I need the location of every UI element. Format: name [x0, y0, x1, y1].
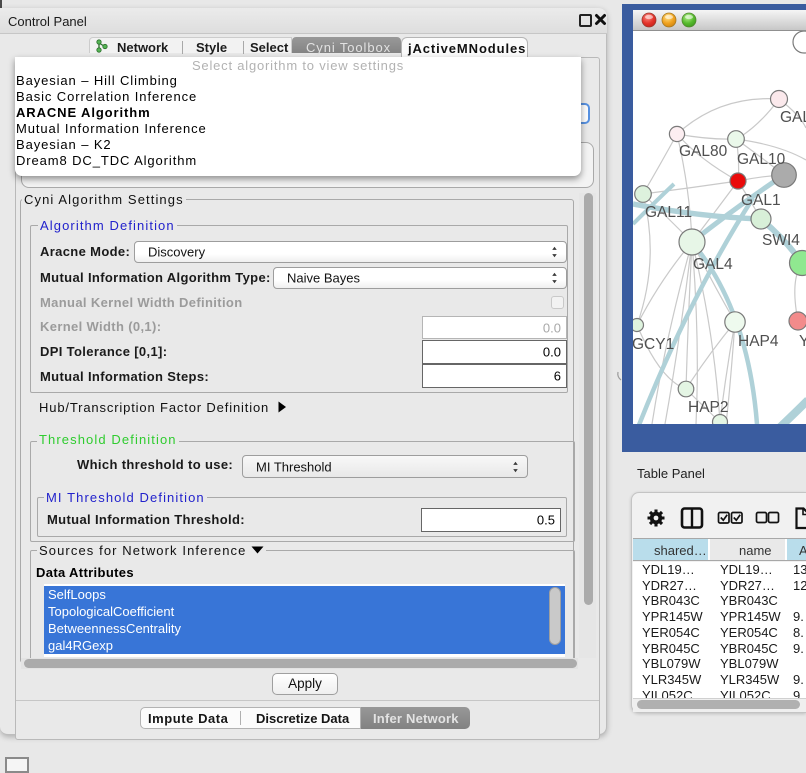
svg-text:GAL11: GAL11	[645, 204, 692, 221]
svg-text:GAL10: GAL10	[737, 151, 786, 168]
svg-text:HAP4: HAP4	[738, 333, 779, 350]
svg-text:GAL1: GAL1	[741, 192, 781, 209]
svg-text:SWI4: SWI4	[762, 232, 800, 249]
svg-text:GCY1: GCY1	[633, 336, 674, 353]
svg-text:HAP2: HAP2	[688, 399, 729, 416]
svg-text:Y: Y	[799, 333, 806, 350]
svg-text:GAL: GAL	[780, 109, 806, 126]
svg-text:GAL4: GAL4	[693, 256, 733, 273]
svg-text:GAL80: GAL80	[679, 143, 728, 160]
